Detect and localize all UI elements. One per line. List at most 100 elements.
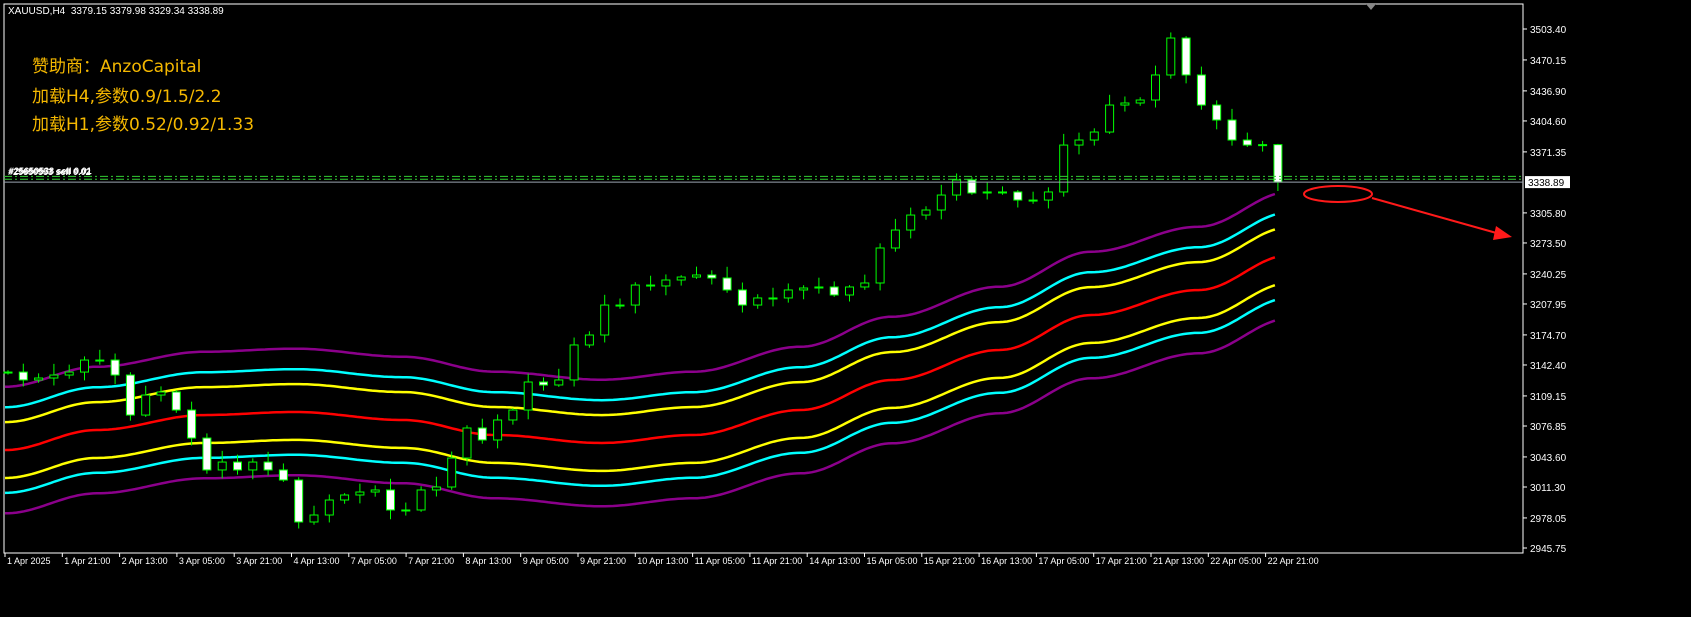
x-tick-label: 9 Apr 05:00 [523,556,569,566]
x-tick-label: 7 Apr 21:00 [408,556,454,566]
candle-body [18,371,28,381]
x-tick-label: 3 Apr 21:00 [236,556,282,566]
candle-body [936,194,946,211]
x-tick-label: 1 Apr 21:00 [64,556,110,566]
chart-header: XAUUSD,H4 3379.15 3379.98 3329.34 3338.8… [8,6,224,17]
candle-body [707,274,717,279]
candle-body [799,287,809,291]
candle-body [1258,144,1268,147]
candle-body [217,461,227,471]
y-tick-label: 3436.90 [1530,87,1567,98]
candle-body [753,297,763,306]
y-tick-label: 3404.60 [1530,117,1567,128]
candle-body [309,514,319,523]
candle-body [630,284,640,306]
candle-body [875,247,885,284]
band-inner-upper [4,228,1276,424]
x-tick-label: 9 Apr 21:00 [580,556,626,566]
highlight-ellipse [1303,185,1373,203]
candle-body [110,359,120,376]
y-tick-label: 3109.15 [1530,392,1567,403]
candle-body [1120,102,1130,106]
y-tick-label: 3503.40 [1530,25,1567,36]
candle-body [692,274,701,278]
y-tick-label: 3273.50 [1530,239,1567,250]
x-tick-label: 7 Apr 05:00 [351,556,397,566]
trend-arrow [1371,197,1501,235]
symbol-label: XAUUSD,H4 [8,6,66,17]
candle-body [1028,199,1038,202]
candle-body [1242,139,1252,146]
candle-body [416,489,426,511]
price-chart[interactable]: 3503.40 3470.15 3436.90 3404.60 3371.35 3305.… [0,0,1691,617]
candle-body [171,391,181,411]
candle-body [1151,74,1160,101]
x-tick-label: 15 Apr 21:00 [924,556,975,566]
candle-body [1013,191,1023,201]
candle-body [829,286,839,296]
y-tick-label: 2945.75 [1530,544,1567,555]
candle-body [493,419,503,441]
candle-body [539,381,548,386]
y-tick-label: 3305.80 [1530,209,1567,220]
candle-body [141,394,151,416]
order-label: #25650538 sell 0.01 [9,166,92,176]
candle-body [49,374,59,379]
candle-body [676,276,686,281]
candle-body [921,209,931,216]
candle-body [584,334,594,346]
annotation-h4-params: 加载H4,参数0.9/1.5/2.2 [32,87,222,107]
candle-body [202,437,212,471]
candle-body [1043,191,1053,201]
candle-body [462,427,472,459]
candle-body [324,499,334,516]
y-tick-label: 3043.60 [1530,453,1567,464]
candle-body [523,381,533,411]
candle-body [1089,131,1099,141]
candle-body [125,374,135,416]
candle-body [64,371,74,376]
candle-body [248,461,258,471]
candle-body [982,191,992,194]
scroll-marker-icon [1366,4,1376,10]
candle-body [1166,37,1176,76]
y-tick-label: 3371.35 [1530,148,1567,159]
candle-body [768,297,778,300]
ohlc-readout: 3379.15 3379.98 3329.34 3338.89 [70,6,224,17]
candle-body [477,427,487,441]
candle-body [600,304,610,336]
y-tick-label: 3174.70 [1530,331,1567,342]
candle-body [1181,37,1191,76]
x-tick-label: 14 Apr 13:00 [809,556,860,566]
y-tick-label: 3011.30 [1530,483,1566,494]
candle-body [156,391,166,396]
y-tick-label: 3470.15 [1530,56,1567,67]
current-price-label: 3338.89 [1528,178,1565,189]
candle-body [447,457,457,488]
candle-body [187,409,197,439]
candle-body [80,359,89,373]
candle-body [646,284,656,287]
candle-body [906,214,916,231]
candle-body [294,479,304,523]
candle-body [1059,144,1069,193]
candle-body [737,289,747,306]
candle-body [615,304,625,307]
x-tick-label: 4 Apr 13:00 [294,556,340,566]
x-tick-label: 11 Apr 05:00 [695,556,745,566]
candle-body [370,489,380,493]
candle-body [431,486,441,491]
candle-body [814,286,824,289]
y-tick-label: 3207.95 [1530,300,1567,311]
candle-body [1074,139,1084,146]
candle-body [340,494,350,501]
candle-body [278,469,288,481]
candle-body [386,489,395,511]
x-tick-label: 17 Apr 21:00 [1096,556,1147,566]
x-tick-label: 17 Apr 05:00 [1038,556,1089,566]
y-tick-label: 3076.85 [1530,422,1567,433]
annotation-h1-params: 加载H1,参数0.52/0.92/1.33 [32,115,255,135]
x-tick-label: 1 Apr 2025 [7,556,51,566]
candle-body [1105,104,1115,133]
y-tick-label: 3240.25 [1530,270,1567,281]
